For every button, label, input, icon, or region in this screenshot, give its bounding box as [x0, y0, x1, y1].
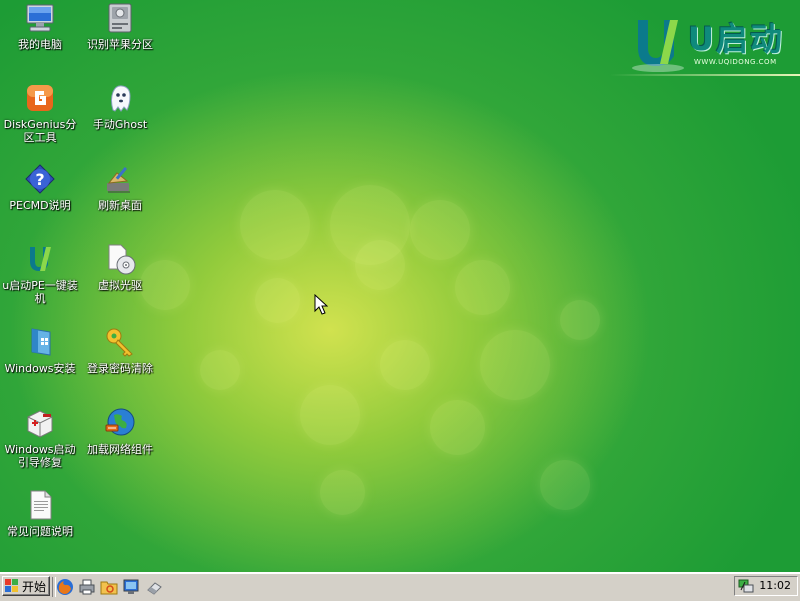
u-logo-mark-icon — [632, 20, 684, 72]
bokeh-light — [300, 385, 360, 445]
bokeh-light — [480, 330, 550, 400]
desktop-icon-manual-ghost[interactable]: 手动Ghost — [82, 82, 158, 131]
desktop-icon-diskgenius[interactable]: DiskGenius分区工具 — [2, 82, 78, 144]
uqidong-logo: U启动 WWW.UQIDONG.COM — [628, 8, 793, 78]
bokeh-light — [540, 460, 590, 510]
virtual-cd-icon — [108, 244, 136, 275]
network-tray-icon[interactable] — [738, 578, 754, 594]
desktop-icon-label: Windows启动引导修复 — [4, 443, 76, 469]
desktop: U启动 WWW.UQIDONG.COM 我的电脑 DiskGenius分区工具 … — [0, 0, 800, 572]
windows-flag-icon — [5, 579, 18, 592]
desktop-icon-label: 我的电脑 — [18, 38, 62, 51]
logo-brand-text: U启动 — [688, 20, 784, 58]
bokeh-light — [410, 200, 470, 260]
diskgenius-icon — [27, 85, 53, 111]
bokeh-light — [355, 240, 405, 290]
desktop-icon-label: 加载网络组件 — [87, 443, 153, 456]
u-logo-icon — [30, 247, 51, 271]
computer-icon — [26, 4, 54, 32]
desktop-icon-label: 刷新桌面 — [98, 199, 142, 212]
desktop-icon-refresh-desktop[interactable]: 刷新桌面 — [82, 163, 158, 212]
bokeh-light — [255, 278, 300, 323]
help-icon: ? — [25, 164, 55, 194]
desktop-icon-load-network[interactable]: 加载网络组件 — [82, 407, 158, 456]
desktop-icon-virtual-cd[interactable]: 虚拟光驱 — [82, 243, 158, 292]
desktop-icon-label: PECMD说明 — [9, 199, 71, 212]
network-globe-icon — [105, 408, 135, 436]
bokeh-light — [430, 400, 485, 455]
eraser-icon[interactable] — [146, 578, 164, 596]
svg-text:?: ? — [35, 170, 44, 189]
desktop-icon-label: 手动Ghost — [92, 118, 148, 131]
start-button[interactable]: 开始 — [2, 576, 50, 596]
document-icon — [30, 490, 52, 520]
bokeh-light — [320, 470, 365, 515]
disk-icon — [108, 3, 132, 33]
desktop-icon-boot-repair[interactable]: Windows启动引导修复 — [2, 407, 78, 469]
desktop-icon-label: 常见问题说明 — [7, 525, 73, 538]
desktop-icon-uqidong-install[interactable]: u启动PE一键装机 — [2, 243, 78, 305]
start-label: 开始 — [22, 579, 47, 594]
bokeh-light — [380, 340, 430, 390]
logo-underline — [610, 74, 800, 76]
bokeh-light — [455, 260, 510, 315]
folder-icon[interactable] — [100, 578, 118, 596]
desktop-icon-pecmd-help[interactable]: ? PECMD说明 — [2, 163, 78, 212]
desktop-icon-label: 虚拟光驱 — [98, 279, 142, 292]
key-icon — [106, 328, 133, 357]
windows-setup-icon — [31, 328, 51, 356]
desktop-icon-mac-partition[interactable]: 识别苹果分区 — [82, 2, 158, 51]
desktop-icon-label: 登录密码清除 — [87, 362, 153, 375]
toolbox-icon — [27, 410, 53, 438]
firefox-icon[interactable] — [56, 578, 74, 596]
printer-icon[interactable] — [78, 578, 96, 596]
desktop-icon-windows-setup[interactable]: Windows安装 — [2, 326, 78, 375]
taskbar: 开始 11:02 — [0, 572, 800, 601]
bokeh-light — [200, 350, 240, 390]
bokeh-light — [560, 300, 600, 340]
desktop-icon-label: 识别苹果分区 — [87, 38, 153, 51]
clock[interactable]: 11:02 — [759, 579, 791, 593]
desktop-icon-label: DiskGenius分区工具 — [3, 118, 77, 144]
mouse-cursor-icon — [314, 294, 328, 315]
bokeh-light — [240, 190, 310, 260]
logo-url-text: WWW.UQIDONG.COM — [694, 58, 777, 66]
ghost-icon — [111, 85, 131, 112]
system-tray: 11:02 — [734, 576, 798, 596]
desktop-icon-my-computer[interactable]: 我的电脑 — [2, 2, 78, 51]
desktop-icon-label: Windows安装 — [4, 362, 76, 375]
desktop-icon-password-clear[interactable]: 登录密码清除 — [82, 326, 158, 375]
desktop-icon-label: u启动PE一键装机 — [2, 279, 78, 305]
broom-icon — [107, 166, 130, 193]
display-icon[interactable] — [122, 578, 140, 596]
desktop-icon-faq[interactable]: 常见问题说明 — [2, 489, 78, 538]
